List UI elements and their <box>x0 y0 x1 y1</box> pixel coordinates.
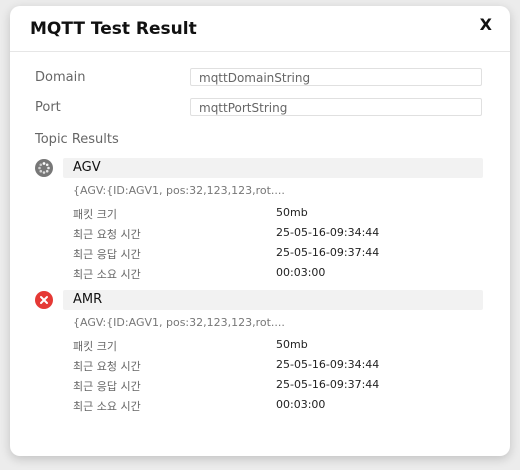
last-response-time-row: 최근 응답 시간 25-05-16-09:37:44 <box>73 246 483 262</box>
detail-value: 25-05-16-09:37:44 <box>276 378 380 391</box>
dialog-title: MQTT Test Result <box>30 19 197 39</box>
topic-payload: {AGV:{ID:AGV1, pos:32,123,123,rot.... <box>73 316 285 329</box>
topic-results-label: Topic Results <box>35 132 119 147</box>
topic-name: AMR <box>73 292 103 307</box>
domain-field[interactable]: mqttDomainString <box>190 68 482 86</box>
error-x-icon <box>35 291 53 309</box>
detail-key: 최근 응답 시간 <box>73 380 141 393</box>
detail-key: 최근 소요 시간 <box>73 268 141 281</box>
last-request-time-row: 최근 요청 시간 25-05-16-09:34:44 <box>73 226 483 242</box>
topic-name-bar[interactable]: AGV <box>63 158 483 178</box>
topic-name: AGV <box>73 160 101 175</box>
packet-size-row: 패킷 크기 50mb <box>73 338 483 354</box>
detail-key: 최근 응답 시간 <box>73 248 141 261</box>
detail-key: 패킷 크기 <box>73 208 117 221</box>
packet-size-row: 패킷 크기 50mb <box>73 206 483 222</box>
last-duration-row: 최근 소요 시간 00:03:00 <box>73 266 483 282</box>
port-field[interactable]: mqttPortString <box>190 98 482 116</box>
detail-key: 최근 요청 시간 <box>73 228 141 241</box>
last-duration-row: 최근 소요 시간 00:03:00 <box>73 398 483 414</box>
detail-value: 50mb <box>276 206 308 219</box>
mqtt-test-result-dialog: MQTT Test Result X Domain mqttDomainStri… <box>10 6 510 456</box>
detail-value: 25-05-16-09:34:44 <box>276 358 380 371</box>
loading-icon <box>35 159 53 177</box>
topic-name-bar[interactable]: AMR <box>63 290 483 310</box>
dialog-header: MQTT Test Result X <box>10 6 510 52</box>
topic-result-agv: AGV {AGV:{ID:AGV1, pos:32,123,123,rot...… <box>35 158 485 283</box>
close-button[interactable]: X <box>480 16 492 34</box>
detail-key: 최근 요청 시간 <box>73 360 141 373</box>
detail-value: 50mb <box>276 338 308 351</box>
detail-key: 최근 소요 시간 <box>73 400 141 413</box>
port-row: Port mqttPortString <box>35 98 485 118</box>
detail-value: 25-05-16-09:34:44 <box>276 226 380 239</box>
detail-value: 00:03:00 <box>276 266 326 279</box>
detail-value: 25-05-16-09:37:44 <box>276 246 380 259</box>
domain-label: Domain <box>35 70 86 85</box>
detail-value: 00:03:00 <box>276 398 326 411</box>
topic-payload: {AGV:{ID:AGV1, pos:32,123,123,rot.... <box>73 184 285 197</box>
domain-row: Domain mqttDomainString <box>35 68 485 88</box>
port-label: Port <box>35 100 61 115</box>
topic-result-amr: AMR {AGV:{ID:AGV1, pos:32,123,123,rot...… <box>35 290 485 415</box>
last-response-time-row: 최근 응답 시간 25-05-16-09:37:44 <box>73 378 483 394</box>
detail-key: 패킷 크기 <box>73 340 117 353</box>
last-request-time-row: 최근 요청 시간 25-05-16-09:34:44 <box>73 358 483 374</box>
